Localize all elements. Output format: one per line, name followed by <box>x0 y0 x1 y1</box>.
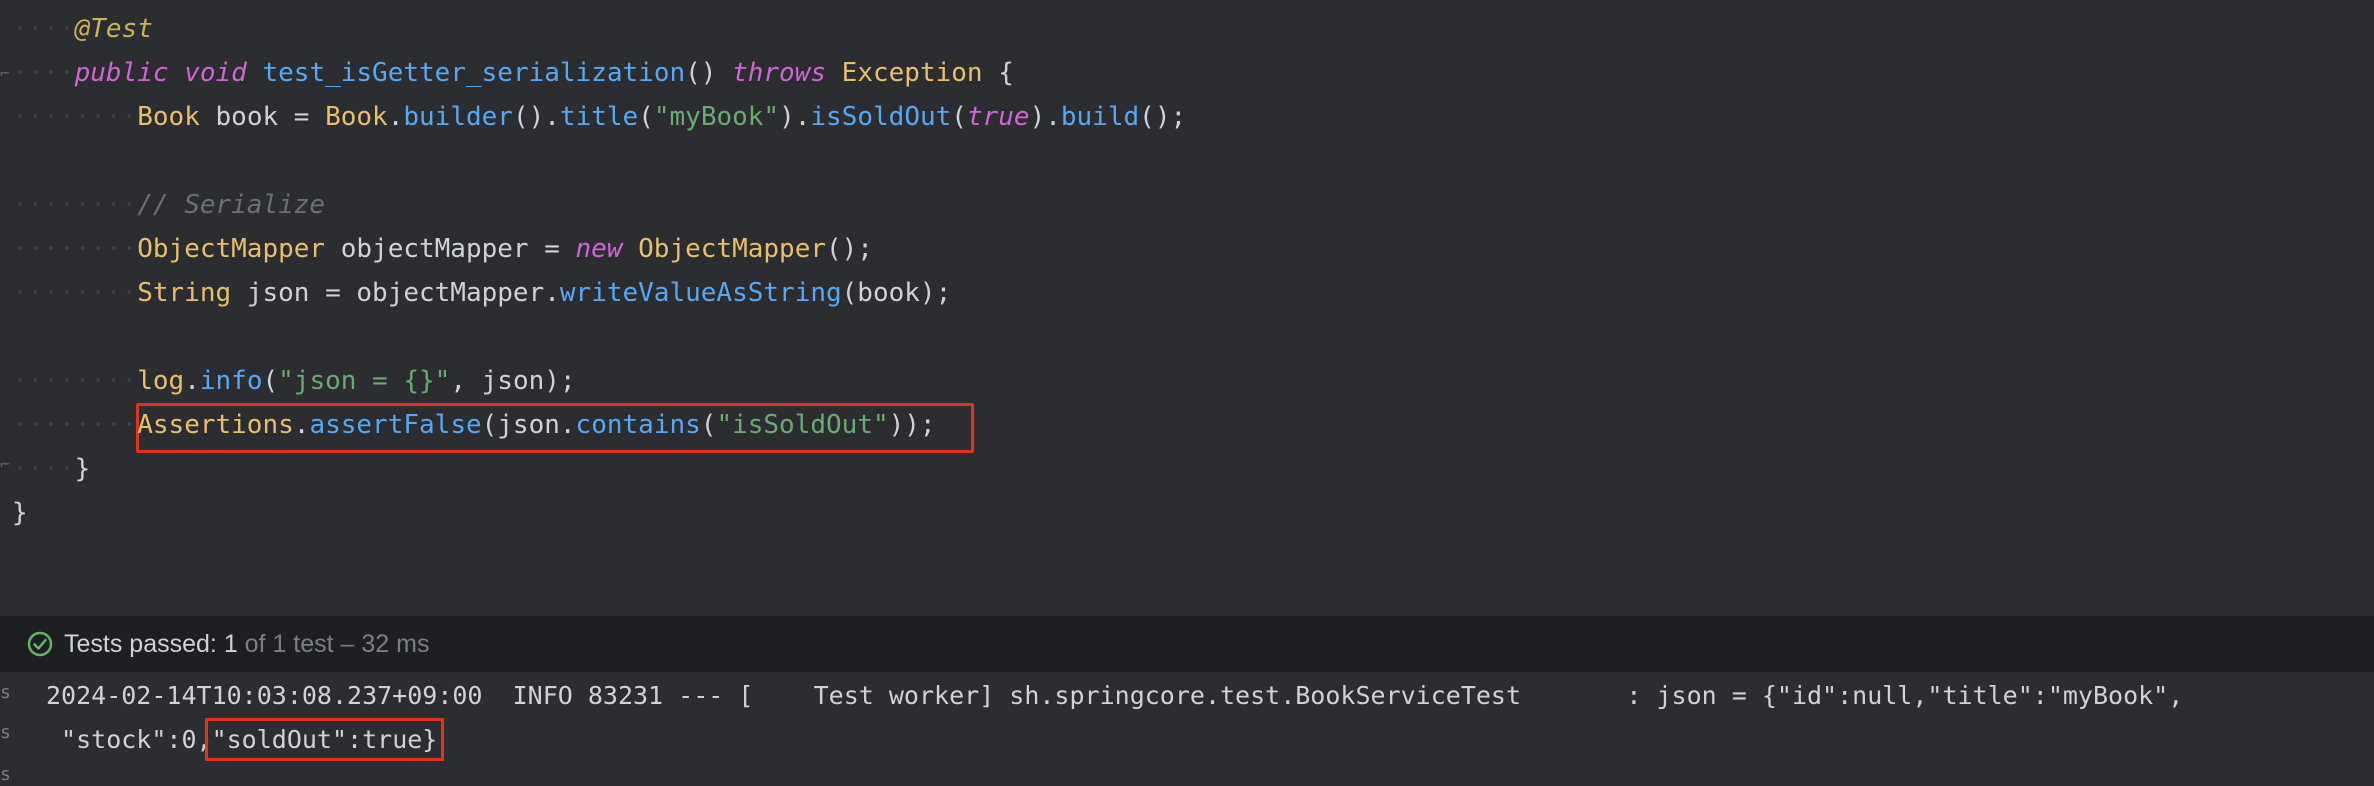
console-log-line: 2024-02-14T10:03:08.237+09:00 INFO 83231… <box>46 681 2184 710</box>
console-log-line-2: "stock":0,"soldOut":true} <box>46 718 445 762</box>
code-token: public <box>74 58 169 88</box>
whitespace-dots: ········ <box>12 278 138 308</box>
code-token: build <box>1060 102 1140 132</box>
code-token: json = objectMapper. <box>231 278 560 308</box>
code-token: } <box>74 454 91 484</box>
tests-passed-status: Tests passed: 1 of 1 test – 32 ms <box>64 630 429 659</box>
code-token: @Test <box>74 14 153 44</box>
code-line[interactable]: ········Assertions.assertFalse(json.cont… <box>12 403 936 447</box>
whitespace-dots: ········ <box>12 410 138 440</box>
passed-count: 1 <box>223 629 238 658</box>
status-detail: of 1 test – 32 ms <box>237 629 430 658</box>
code-token: { <box>982 58 1014 88</box>
code-token: Exception <box>841 58 983 88</box>
code-token: ObjectMapper <box>137 234 326 264</box>
code-token: Assertions <box>137 410 294 440</box>
code-token: (). <box>512 102 560 132</box>
code-token: throws <box>732 58 827 88</box>
code-token: () <box>685 58 733 88</box>
code-line[interactable]: } <box>12 491 28 535</box>
side-marker: s <box>0 682 11 703</box>
code-token: ObjectMapper <box>638 234 826 264</box>
code-token: builder <box>403 102 513 132</box>
code-token: objectMapper = <box>325 234 576 264</box>
code-line[interactable]: ····public void test_isGetter_serializat… <box>12 51 1014 95</box>
code-token: new <box>575 234 623 264</box>
code-token: . <box>184 366 200 396</box>
code-token: book = <box>199 102 326 132</box>
console-output[interactable]: s s s 2024-02-14T10:03:08.237+09:00 INFO… <box>0 672 2374 786</box>
code-token: ). <box>779 102 811 132</box>
code-token: , json); <box>450 366 576 396</box>
code-token: (json. <box>481 410 576 440</box>
code-token: )); <box>888 410 936 440</box>
whitespace-dots: ········ <box>12 190 138 220</box>
code-token: (); <box>826 234 873 264</box>
code-token: ). <box>1029 102 1061 132</box>
code-token: log <box>137 366 185 396</box>
code-line[interactable]: ········String json = objectMapper.write… <box>12 271 951 315</box>
code-token: ( <box>951 102 967 132</box>
whitespace-dots: ········ <box>12 366 138 396</box>
console-log-highlight: "soldOut":true} <box>204 718 445 761</box>
code-line[interactable]: ········log.info("json = {}", json); <box>12 359 576 403</box>
whitespace-dots: ········ <box>12 102 138 132</box>
whitespace-dots: ···· <box>12 14 75 44</box>
side-marker: s <box>0 764 11 785</box>
code-token: Book <box>325 102 388 132</box>
code-token: String <box>137 278 232 308</box>
side-marker: s <box>0 722 11 743</box>
code-token: void <box>184 58 247 88</box>
fold-icon[interactable]: ⌐ <box>0 455 12 474</box>
code-line[interactable]: ····} <box>12 447 90 491</box>
status-label: Tests passed: <box>64 629 224 658</box>
code-token: ( <box>638 102 654 132</box>
code-token: } <box>12 498 28 528</box>
code-line[interactable]: ········ObjectMapper objectMapper = new … <box>12 227 873 271</box>
code-token: test_isGetter_serialization <box>262 58 686 88</box>
code-token: title <box>559 102 639 132</box>
code-token: info <box>199 366 263 396</box>
test-results-bar: Tests passed: 1 of 1 test – 32 ms <box>0 616 2374 672</box>
code-token: contains <box>575 410 701 440</box>
code-line[interactable]: ········Book book = Book.builder().title… <box>12 95 1186 139</box>
code-token: "isSoldOut" <box>716 410 889 440</box>
whitespace-dots: ···· <box>12 454 75 484</box>
code-token: ( <box>262 366 279 396</box>
whitespace-dots: ···· <box>12 58 75 88</box>
code-token: writeValueAsString <box>559 278 842 308</box>
code-line[interactable]: ····@Test <box>12 7 153 51</box>
code-line[interactable]: ········// Serialize <box>12 183 325 227</box>
code-editor[interactable]: ⌐ ⌐ ····@Test ····public void test_isGett… <box>0 0 2374 558</box>
code-token: // Serialize <box>137 190 326 220</box>
code-token: "json = {}" <box>278 366 451 396</box>
code-token: (book); <box>841 278 952 308</box>
code-token: . <box>387 102 404 132</box>
code-token: isSoldOut <box>810 102 952 132</box>
console-log-prefix: "stock":0, <box>46 725 212 754</box>
editor-bottom-area <box>0 558 2374 616</box>
code-token: Book <box>137 102 200 132</box>
code-token: true <box>966 102 1030 132</box>
code-token: assertFalse <box>309 410 482 440</box>
code-token: "myBook" <box>653 102 780 132</box>
whitespace-dots: ········ <box>12 234 138 264</box>
code-token: ( <box>700 410 717 440</box>
fold-icon[interactable]: ⌐ <box>0 64 12 83</box>
check-circle-icon <box>27 631 53 657</box>
code-token: (); <box>1139 102 1187 132</box>
code-token: . <box>293 410 310 440</box>
